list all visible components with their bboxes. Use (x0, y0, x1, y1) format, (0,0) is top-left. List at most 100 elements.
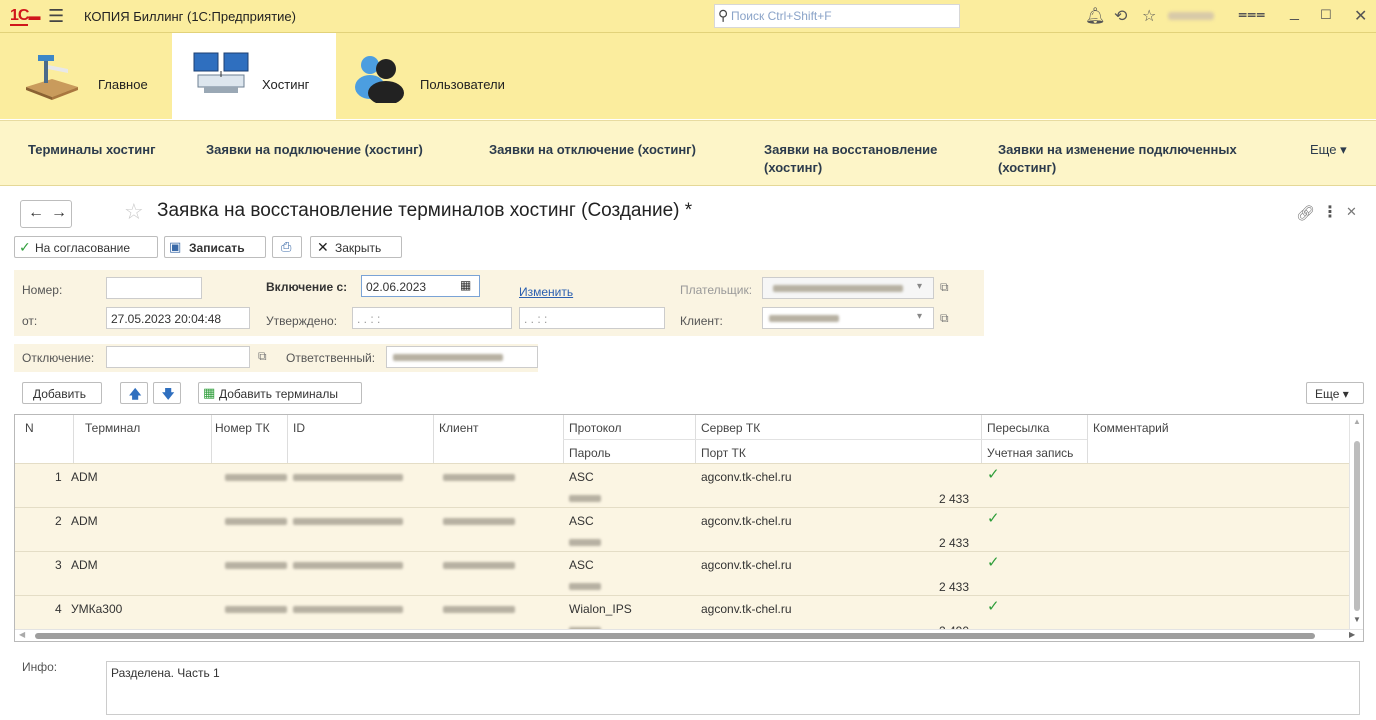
scroll-thumb[interactable] (1354, 441, 1360, 611)
add-row-button[interactable]: Добавить (22, 382, 102, 404)
scroll-down-icon[interactable]: ▼ (1353, 615, 1361, 624)
dropdown-arrow-icon[interactable]: ▾ (917, 311, 922, 322)
row-terminal: ADM (71, 558, 98, 572)
computers-icon (193, 52, 249, 93)
col-protocol[interactable]: Протокол (569, 421, 622, 435)
menu-terminals-hosting[interactable]: Терминалы хостинг (28, 141, 156, 159)
open-client-icon[interactable]: ⧉ (940, 311, 949, 326)
responsible-field[interactable] (386, 346, 538, 368)
row-id-redacted (293, 474, 403, 481)
minimize-icon[interactable]: _ (1290, 4, 1299, 22)
table-row[interactable]: 2 ADM ASC agconv.tk-chel.ru 2 433 ✓ (15, 507, 1349, 552)
printer-icon: ⎙ (281, 239, 292, 254)
bell-icon[interactable]: 🔔︎ (1085, 6, 1105, 26)
payer-field[interactable]: ▾ (762, 277, 934, 299)
col-id[interactable]: ID (293, 421, 305, 435)
col-forward[interactable]: Пересылка (987, 421, 1049, 435)
row-terminal: ADM (71, 470, 98, 484)
scroll-right-icon[interactable]: ▶ (1349, 630, 1355, 639)
from-date-value: 27.05.2023 20:04:48 (111, 312, 222, 326)
app-logo[interactable]: 1С▬ (10, 7, 40, 26)
row-port: 2 433 (939, 536, 970, 550)
close-button[interactable]: ✕ Закрыть (310, 236, 402, 258)
row-client-redacted (443, 474, 515, 481)
search-input[interactable]: ⚲ Поиск Ctrl+Shift+F (714, 4, 960, 28)
client-field[interactable]: ▾ (762, 307, 934, 329)
row-tk-number-redacted (225, 474, 287, 481)
more-actions-icon[interactable]: ⋮ (1322, 202, 1338, 222)
forward-check-icon[interactable]: ✓ (987, 509, 1000, 527)
vertical-scrollbar[interactable]: ▲ ▼ (1349, 415, 1363, 629)
row-protocol: Wialon_IPS (569, 602, 632, 616)
section-users[interactable]: Пользователи (336, 33, 536, 119)
row-id-redacted (293, 606, 403, 613)
menu-more[interactable]: Еще ▾ (1310, 141, 1347, 159)
menu-burger-icon[interactable]: ☰ (48, 6, 64, 27)
favorite-star-icon[interactable]: ☆ (124, 199, 144, 225)
h-scroll-thumb[interactable] (35, 633, 1315, 639)
disable-field[interactable] (106, 346, 250, 368)
dropdown-arrow-icon[interactable]: ▾ (917, 281, 922, 292)
col-terminal[interactable]: Терминал (85, 421, 140, 435)
link-icon[interactable]: 🔗︎ (1296, 204, 1315, 222)
sections-panel: Главное Хостинг Пользователи (0, 33, 1376, 119)
col-comment[interactable]: Комментарий (1093, 421, 1169, 435)
move-down-button[interactable]: 🡇 (153, 382, 181, 404)
from-date-field[interactable]: 27.05.2023 20:04:48 (106, 307, 250, 329)
user-name-redacted (1168, 12, 1214, 20)
calendar-icon[interactable]: ▦ (460, 278, 471, 292)
nav-history-buttons: ← → (20, 200, 72, 228)
close-window-icon[interactable]: ✕ (1354, 6, 1367, 26)
section-main[interactable]: Главное (0, 33, 172, 119)
number-field[interactable] (106, 277, 202, 299)
row-id-redacted (293, 518, 403, 525)
back-arrow-icon[interactable]: ← (28, 204, 44, 222)
info-value: Разделена. Часть 1 (111, 666, 220, 680)
menu-disconnect-requests[interactable]: Заявки на отключение (хостинг) (489, 141, 696, 159)
forward-check-icon[interactable]: ✓ (987, 465, 1000, 483)
info-textarea[interactable]: Разделена. Часть 1 (106, 661, 1360, 715)
print-button[interactable]: ⎙ (272, 236, 302, 258)
row-tk-number-redacted (225, 606, 287, 613)
approve-button[interactable]: ✓ На согласование (14, 236, 158, 258)
include-date-field[interactable]: 02.06.2023 ▦ (361, 275, 480, 297)
maximize-icon[interactable]: ☐ (1320, 7, 1332, 23)
open-disable-icon[interactable]: ⧉ (258, 349, 267, 364)
approved-date-field-2[interactable]: . . : : (519, 307, 665, 329)
change-link[interactable]: Изменить (519, 285, 573, 299)
terminals-table[interactable]: N Терминал Номер ТК ID Клиент Протокол П… (14, 414, 1364, 642)
disable-label: Отключение: (22, 351, 95, 365)
add-terminals-button[interactable]: ▦ Добавить терминалы (198, 382, 362, 404)
approved-date-field[interactable]: . . : : (352, 307, 512, 329)
col-server[interactable]: Сервер ТК (701, 421, 760, 435)
row-server: agconv.tk-chel.ru (701, 470, 792, 484)
table-row[interactable]: 1 ADM ASC agconv.tk-chel.ru 2 433 ✓ (15, 463, 1349, 508)
forward-arrow-icon[interactable]: → (51, 204, 67, 222)
favorites-star-icon[interactable]: ☆ (1142, 6, 1156, 26)
scroll-left-icon[interactable]: ◀ (19, 630, 25, 639)
close-form-icon[interactable]: ✕ (1346, 204, 1357, 220)
table-row[interactable]: 3 ADM ASC agconv.tk-chel.ru 2 433 ✓ (15, 551, 1349, 596)
col-client[interactable]: Клиент (439, 421, 479, 435)
menu-change-requests[interactable]: Заявки на изменение подключенных (хостин… (998, 141, 1298, 177)
row-protocol: ASC (569, 470, 594, 484)
row-id-redacted (293, 562, 403, 569)
col-tk-number[interactable]: Номер ТК (215, 421, 270, 435)
col-password[interactable]: Пароль (569, 446, 611, 460)
history-icon[interactable]: ⟲ (1114, 6, 1127, 26)
menu-connect-requests[interactable]: Заявки на подключение (хостинг) (206, 141, 423, 159)
col-n[interactable]: N (25, 421, 34, 435)
settings-menu-icon[interactable]: ⩶ (1238, 6, 1265, 24)
open-payer-icon[interactable]: ⧉ (940, 280, 949, 295)
table-more-button[interactable]: Еще ▾ (1306, 382, 1364, 404)
col-account[interactable]: Учетная запись (987, 446, 1073, 460)
forward-check-icon[interactable]: ✓ (987, 597, 1000, 615)
move-up-button[interactable]: 🡅 (120, 382, 148, 404)
col-port[interactable]: Порт ТК (701, 446, 746, 460)
scroll-up-icon[interactable]: ▲ (1353, 417, 1361, 426)
forward-check-icon[interactable]: ✓ (987, 553, 1000, 571)
section-hosting[interactable]: Хостинг (172, 33, 336, 119)
horizontal-scrollbar[interactable]: ◀ ▶ (15, 629, 1363, 641)
save-button[interactable]: ▣ Записать (164, 236, 266, 258)
menu-restore-requests[interactable]: Заявки на восстановление (хостинг) (764, 141, 964, 177)
